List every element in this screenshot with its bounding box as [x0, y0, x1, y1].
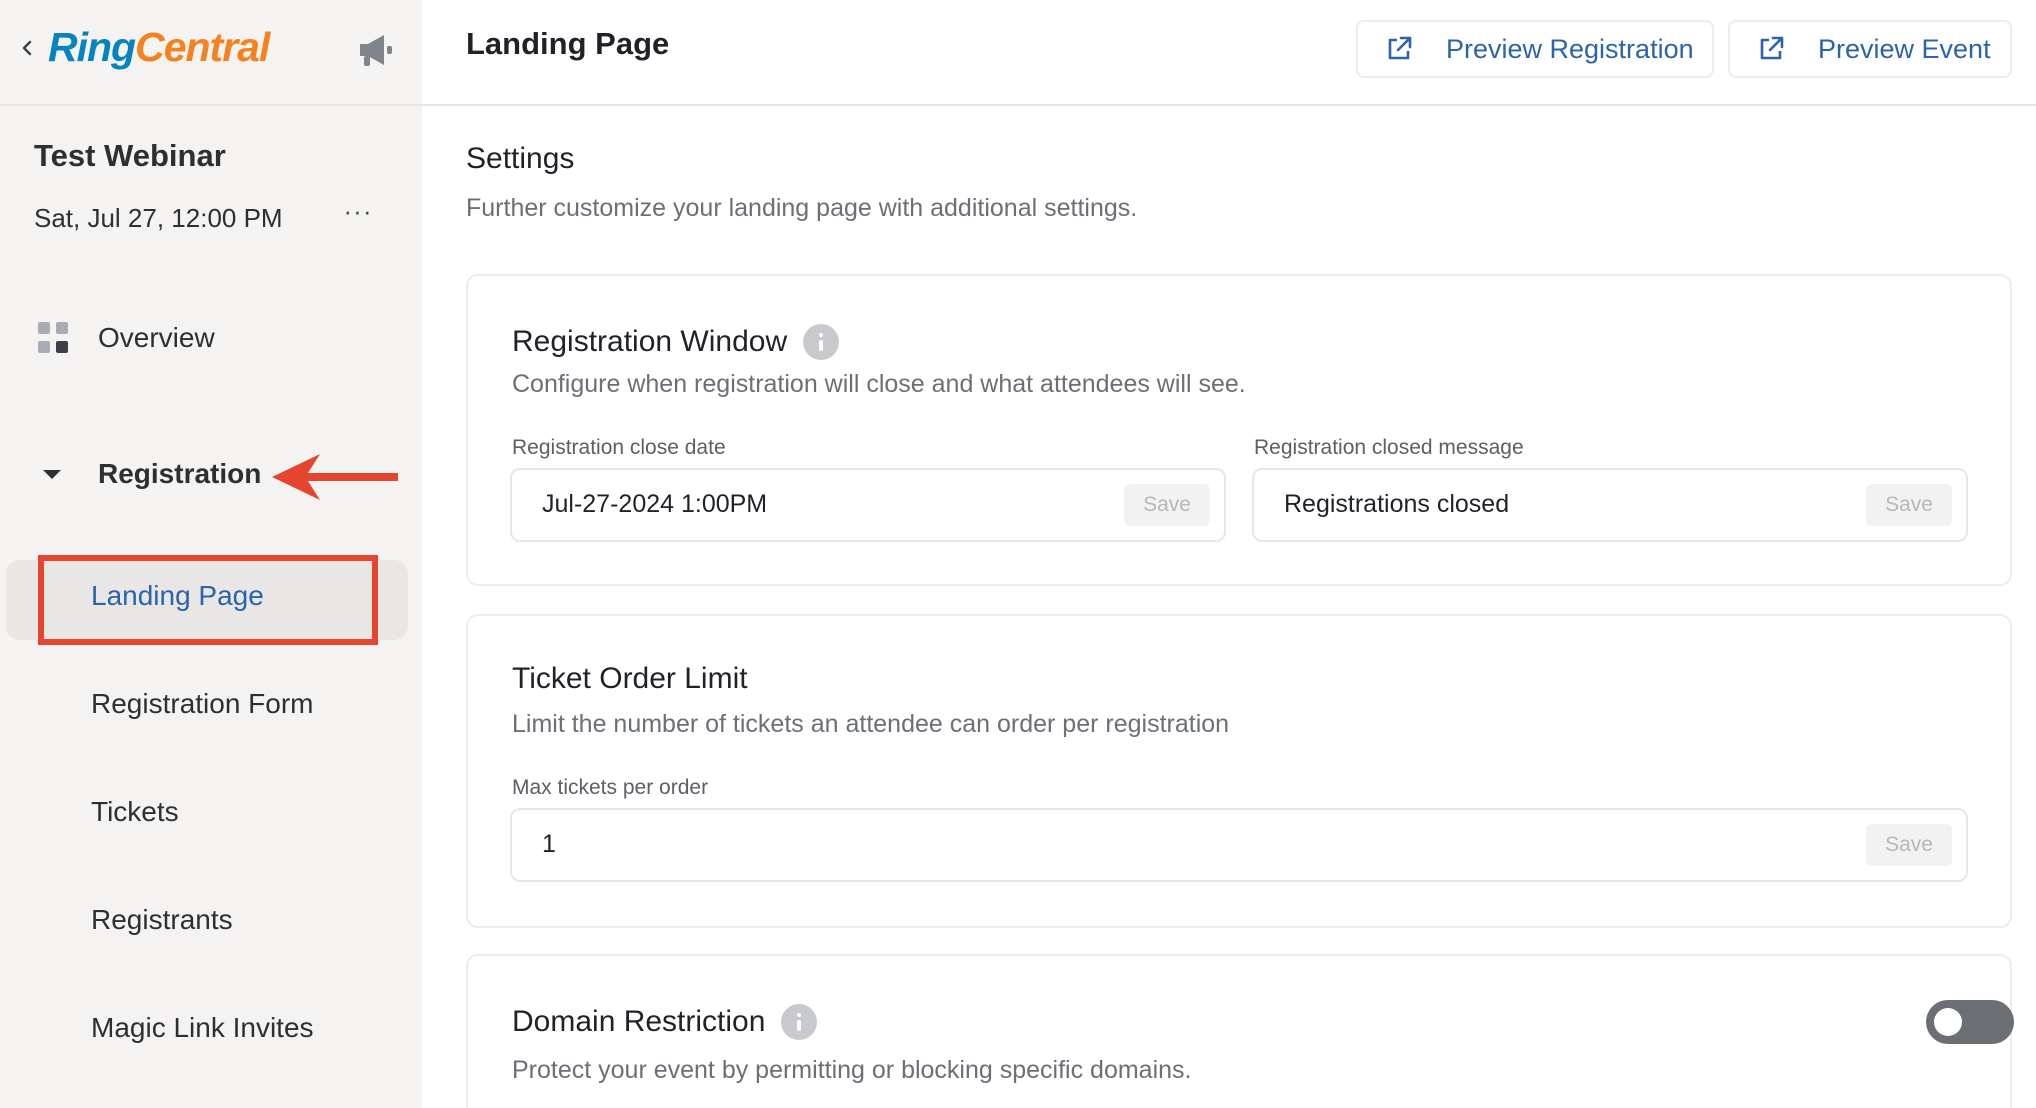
- ticket-order-limit-title: Ticket Order Limit: [512, 662, 748, 696]
- max-tickets-value: 1: [542, 830, 556, 858]
- domain-restriction-toggle[interactable]: [1926, 1000, 2014, 1044]
- annotation-arrow-icon: [272, 454, 398, 500]
- grid-icon: [38, 322, 70, 354]
- close-date-field[interactable]: Jul-27-2024 1:00PM Save: [510, 468, 1226, 542]
- app-window: RingCentral Test Webinar Sat, Jul 27, 12…: [0, 0, 2036, 1108]
- ticket-order-limit-card: Ticket Order Limit Limit the number of t…: [466, 614, 2012, 928]
- closed-message-save-button[interactable]: Save: [1866, 484, 1952, 526]
- preview-registration-button[interactable]: Preview Registration: [1356, 20, 1714, 78]
- max-tickets-field[interactable]: 1 Save: [510, 808, 1968, 882]
- preview-event-button[interactable]: Preview Event: [1728, 20, 2012, 78]
- main-content: Landing Page Preview Registration Previe…: [422, 0, 2036, 1108]
- registration-window-description: Configure when registration will close a…: [512, 370, 1246, 398]
- closed-message-label: Registration closed message: [1254, 436, 1524, 459]
- external-link-icon: [1388, 36, 1412, 60]
- preview-event-label: Preview Event: [1818, 33, 1991, 64]
- caret-down-icon: [43, 470, 61, 479]
- domain-restriction-title: Domain Restriction: [512, 1004, 818, 1040]
- megaphone-icon[interactable]: [354, 30, 398, 70]
- sidebar-item-overview[interactable]: Overview: [38, 322, 215, 354]
- close-date-value: Jul-27-2024 1:00PM: [542, 490, 768, 518]
- external-link-icon: [1760, 36, 1784, 60]
- settings-subtitle: Further customize your landing page with…: [466, 194, 1138, 222]
- ringcentral-logo[interactable]: RingCentral: [48, 18, 270, 76]
- more-options-icon[interactable]: ···: [340, 196, 376, 226]
- info-icon[interactable]: [803, 324, 840, 360]
- close-date-label: Registration close date: [512, 436, 726, 459]
- sidebar-item-tickets[interactable]: Tickets: [91, 796, 179, 828]
- sidebar-item-landing-page[interactable]: Landing Page: [91, 580, 264, 612]
- sidebar-item-label: Registration: [98, 458, 262, 489]
- page-header: Landing Page Preview Registration Previe…: [422, 0, 2036, 106]
- logo-ring-text: Ring: [48, 24, 136, 70]
- event-date: Sat, Jul 27, 12:00 PM: [34, 203, 283, 233]
- settings-heading: Settings: [466, 142, 575, 175]
- close-date-save-button[interactable]: Save: [1124, 484, 1210, 526]
- card-title-text: Domain Restriction: [512, 1005, 766, 1038]
- max-tickets-label: Max tickets per order: [512, 776, 709, 799]
- domain-restriction-card: Domain Restriction Protect your event by…: [466, 954, 2014, 1108]
- logo-central-text: Central: [135, 24, 270, 70]
- sidebar-item-registration[interactable]: Registration: [40, 458, 261, 490]
- card-title-text: Ticket Order Limit: [512, 662, 748, 695]
- domain-restriction-description: Protect your event by permitting or bloc…: [512, 1056, 1192, 1084]
- registration-window-card: Registration Window Configure when regis…: [466, 274, 2012, 586]
- ticket-order-limit-description: Limit the number of tickets an attendee …: [512, 710, 1230, 738]
- page-title: Landing Page: [466, 26, 670, 61]
- preview-registration-label: Preview Registration: [1446, 33, 1694, 64]
- event-title: Test Webinar: [34, 138, 226, 173]
- registration-window-title: Registration Window: [512, 324, 840, 360]
- max-tickets-save-button[interactable]: Save: [1866, 824, 1952, 866]
- toggle-knob: [1934, 1008, 1962, 1036]
- sidebar-header: RingCentral: [0, 0, 422, 106]
- closed-message-field[interactable]: Registrations closed Save: [1252, 468, 1968, 542]
- info-icon[interactable]: [781, 1004, 818, 1040]
- sidebar-item-registration-form[interactable]: Registration Form: [91, 688, 314, 720]
- card-title-text: Registration Window: [512, 325, 788, 358]
- sidebar: RingCentral Test Webinar Sat, Jul 27, 12…: [0, 0, 422, 1108]
- sidebar-item-magic-link-invites[interactable]: Magic Link Invites: [91, 1012, 314, 1044]
- chevron-left-icon[interactable]: [18, 36, 36, 60]
- closed-message-value: Registrations closed: [1284, 490, 1510, 518]
- sidebar-item-registrants[interactable]: Registrants: [91, 904, 233, 936]
- sidebar-item-label: Overview: [98, 322, 215, 353]
